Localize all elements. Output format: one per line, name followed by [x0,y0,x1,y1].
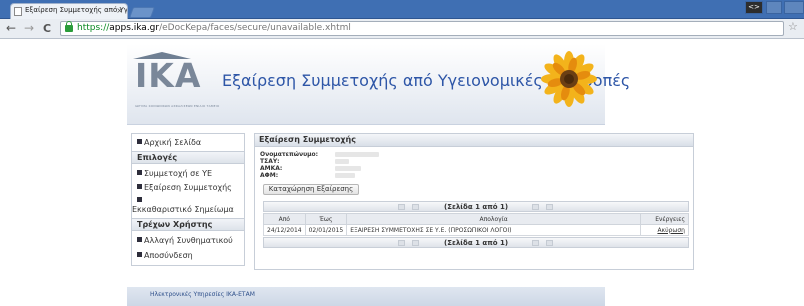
url-scheme: https:// [77,23,110,33]
table-header-row: Από Έως Απολογία Ενέργειες [263,213,689,225]
address-bar[interactable]: https://apps.ika.gr/eDocKepa/faces/secur… [60,21,784,36]
sidebar-item-label: Συμμετοχή σε ΥΕ [144,169,213,178]
column-header: Έως [304,213,348,225]
logo-text: IKA [135,56,202,95]
column-header: Ενέργειες [640,213,689,225]
first-page-button[interactable] [398,240,405,246]
to-date-cell: 02/01/2015 [304,224,348,236]
ika-logo: IKA ΙΔΡΥΜΑ ΚΟΙΝΩΝΙΚΩΝ ΑΣΦΑΛΙΣΕΩΝ ΕΝΙΑΙΟ … [133,52,219,108]
amka-value-redacted [335,166,361,171]
sidebar-item-home[interactable]: Αρχική Σελίδα [132,138,244,147]
sidebar-item-label: Εκκαθαριστικό Σημείωμα [132,205,234,214]
column-header: Απολογία [346,213,641,225]
next-page-button[interactable] [532,240,539,246]
bookmark-star-icon[interactable]: ☆ [788,20,798,33]
sidebar-heading-options: Επιλογές [132,151,244,164]
next-page-button[interactable] [532,204,539,210]
first-page-button[interactable] [398,204,405,210]
tsay-value-redacted [335,159,349,164]
bullet-icon [137,170,142,175]
reason-cell: ΕΞΑΙΡΕΣΗ ΣΥΜΜΕΤΟΧΗΣ ΣΕ Υ.Ε. (ΠΡΟΣΩΠΙΚΟΙ … [346,224,641,236]
name-label: Ονοματεπώνυμο: [260,151,319,158]
sidebar-item-label: Αλλαγή Συνθηματικού [144,236,233,245]
last-page-button[interactable] [546,240,553,246]
table-row: 24/12/2014 02/01/2015 ΕΞΑΙΡΕΣΗ ΣΥΜΜΕΤΟΧΗ… [263,224,689,236]
sidebar-item-change-password[interactable]: Αλλαγή Συνθηματικού [132,236,244,245]
url-host: apps.ika.gr [109,23,160,33]
browser-titlebar: Εξαίρεση Συμμετοχής από Υγ × <> [0,0,804,19]
column-header: Από [263,213,306,225]
exemptions-table: Από Έως Απολογία Ενέργειες 24/12/2014 02… [263,213,689,236]
sunflower-image [541,51,597,107]
page-footer: Ηλεκτρονικές Υπηρεσίες ΙΚΑ-ΕΤΑΜ [127,287,605,306]
panel-title: Εξαίρεση Συμμετοχής [255,134,693,147]
sidebar-heading-current-user: Τρέχων Χρήστης [132,218,244,231]
browser-tab[interactable]: Εξαίρεση Συμμετοχής από Υγ × [10,3,128,19]
prev-page-button[interactable] [412,204,419,210]
close-window-button[interactable] [784,1,804,14]
bullet-icon [137,237,142,242]
last-page-button[interactable] [546,204,553,210]
sidebar: Αρχική Σελίδα Επιλογές Συμμετοχή σε ΥΕ Ε… [131,133,245,266]
browser-toolbar: ← → C https://apps.ika.gr/eDocKepa/faces… [0,19,804,39]
forward-arrow-icon[interactable]: → [24,21,34,36]
bullet-icon [137,252,142,257]
bullet-icon [137,184,142,189]
back-arrow-icon[interactable]: ← [6,21,16,36]
sidebar-item-participation[interactable]: Συμμετοχή σε ΥΕ [132,169,244,178]
from-date-cell: 24/12/2014 [263,224,306,236]
close-tab-icon[interactable]: × [116,6,123,15]
lock-icon [65,21,73,32]
amka-label: ΑΜΚΑ: [260,165,283,172]
extension-icon[interactable]: <> [745,1,763,14]
sidebar-item-statement[interactable]: Εκκαθαριστικό Σημείωμα [132,196,244,214]
name-value-redacted [335,152,379,157]
sidebar-item-label: Αρχική Σελίδα [144,138,202,147]
minimize-button[interactable] [766,1,782,14]
prev-page-button[interactable] [412,240,419,246]
tab-title: Εξαίρεση Συμμετοχής από Υγ [25,6,128,14]
page-icon [14,7,22,16]
exemption-panel: Εξαίρεση Συμμετοχής Ονοματεπώνυμο: ΤΣΑΥ:… [254,133,694,270]
pager-top: (Σελίδα 1 από 1) [263,201,689,212]
bullet-icon [137,139,142,144]
sidebar-item-logout[interactable]: Αποσύνδεση [132,251,244,260]
register-exemption-button[interactable]: Καταχώρηση Εξαίρεσης [263,184,359,195]
pager-bottom: (Σελίδα 1 από 1) [263,237,689,248]
new-tab-button[interactable] [128,7,156,18]
action-cell: Ακύρωση [640,224,689,236]
sidebar-item-label: Εξαίρεση Συμμετοχής [144,183,232,192]
cancel-link[interactable]: Ακύρωση [657,227,685,234]
afm-label: ΑΦΜ: [260,172,279,179]
url-path: /eDocKepa/faces/secure/unavailable.xhtml [159,23,351,33]
afm-value-redacted [335,173,355,178]
site-banner: IKA ΙΔΡΥΜΑ ΚΟΙΝΩΝΙΚΩΝ ΑΣΦΑΛΙΣΕΩΝ ΕΝΙΑΙΟ … [127,44,630,125]
bullet-icon [137,197,142,202]
tsay-label: ΤΣΑΥ: [260,158,280,165]
reload-icon[interactable]: C [43,21,51,36]
sidebar-item-label: Αποσύνδεση [144,251,193,260]
sidebar-item-exemption[interactable]: Εξαίρεση Συμμετοχής [132,183,244,192]
footer-text: Ηλεκτρονικές Υπηρεσίες ΙΚΑ-ΕΤΑΜ [150,291,255,298]
logo-subtitle: ΙΔΡΥΜΑ ΚΟΙΝΩΝΙΚΩΝ ΑΣΦΑΛΙΣΕΩΝ ΕΝΙΑΙΟ ΤΑΜΕ… [135,104,220,108]
pager-text: (Σελίδα 1 από 1) [444,203,509,211]
pager-text: (Σελίδα 1 από 1) [444,239,509,247]
